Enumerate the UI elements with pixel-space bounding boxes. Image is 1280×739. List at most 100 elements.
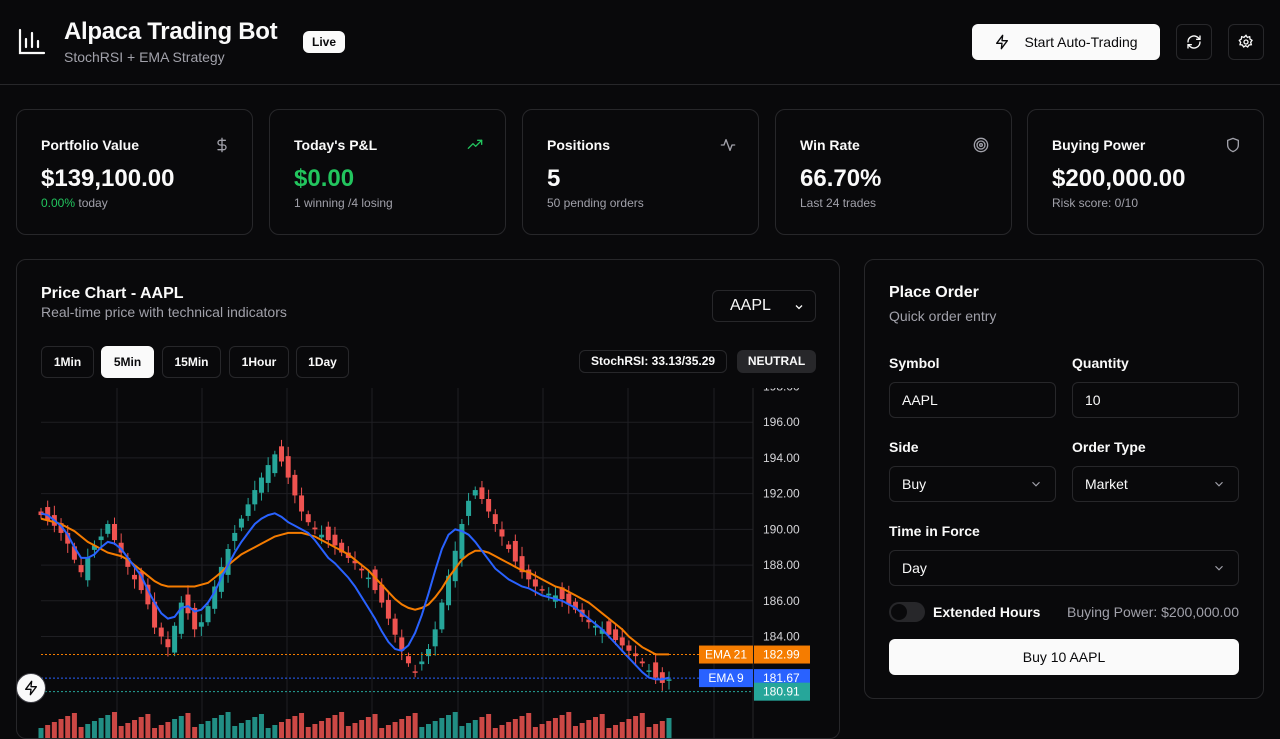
candle-body: [78, 565, 84, 573]
volume-bar: [192, 727, 198, 738]
card-subtext: Last 24 trades: [800, 196, 877, 210]
order-type-select[interactable]: Market: [1072, 466, 1239, 502]
volume-bar: [613, 725, 619, 738]
y-axis-tick-label: 192.00: [763, 487, 800, 501]
candle-body: [385, 599, 391, 619]
time-in-force-select[interactable]: Day: [889, 550, 1239, 586]
stochrsi-indicator: StochRSI: 33.13/35.29: [579, 350, 728, 373]
volume-bar: [265, 728, 271, 738]
candle-body: [319, 534, 325, 538]
y-axis-tick-label: 194.00: [763, 451, 800, 465]
price-chart-panel: Price Chart - AAPL Real-time price with …: [16, 259, 840, 739]
candle-body: [392, 618, 398, 635]
start-auto-trading-button[interactable]: Start Auto-Trading: [972, 24, 1160, 60]
timeframe-1day[interactable]: 1Day: [296, 346, 349, 378]
win-rate-card: Win Rate 66.70% Last 24 trades: [775, 109, 1012, 235]
extended-hours-toggle[interactable]: [889, 602, 925, 622]
candle-body: [479, 487, 485, 499]
chart-subtitle: Real-time price with technical indicator…: [41, 304, 287, 320]
volume-bar: [91, 721, 97, 738]
submit-order-button[interactable]: Buy 10 AAPL: [889, 639, 1239, 675]
refresh-button[interactable]: [1176, 24, 1212, 60]
volume-bar: [472, 720, 478, 738]
app-title: Alpaca Trading Bot: [64, 18, 278, 45]
volume-bar: [399, 719, 405, 738]
candle-body: [85, 557, 91, 581]
candle-body: [252, 490, 258, 505]
candle-body: [365, 577, 371, 580]
timeframe-1hour[interactable]: 1Hour: [229, 346, 289, 378]
volume-bar: [152, 728, 158, 738]
candle-body: [292, 474, 298, 496]
signal-badge: NEUTRAL: [737, 350, 816, 373]
volume-bar: [158, 725, 164, 738]
candle-body: [659, 672, 665, 683]
card-label: Positions: [547, 137, 611, 153]
card-label: Buying Power: [1052, 137, 1146, 153]
candle-body: [425, 649, 431, 657]
buying-power-card: Buying Power $200,000.00 Risk score: 0/1…: [1027, 109, 1264, 235]
positions-card: Positions 5 50 pending orders: [522, 109, 759, 235]
volume-bar: [111, 712, 117, 738]
timeframe-1min[interactable]: 1Min: [41, 346, 94, 378]
card-value: $0.00: [294, 165, 355, 192]
gear-icon: [1238, 34, 1253, 48]
candle-body: [432, 629, 438, 647]
volume-bar: [532, 727, 538, 738]
volume-bar: [98, 718, 104, 738]
candle-body: [613, 629, 619, 641]
portfolio-value-card: Portfolio Value $139,100.00 0.00% today: [16, 109, 253, 235]
timeframe-5min[interactable]: 5Min: [101, 346, 154, 378]
settings-button[interactable]: [1228, 24, 1264, 60]
y-axis-tick-label: 198.00: [763, 388, 800, 394]
volume-bar: [345, 726, 351, 738]
candle-body: [185, 594, 191, 614]
volume-bar: [499, 725, 505, 738]
volume-bar: [352, 723, 358, 738]
volume-bar: [466, 723, 472, 738]
time-in-force-value: Day: [902, 560, 927, 576]
candle-body: [646, 670, 652, 672]
chevron-down-icon: [1215, 565, 1223, 571]
symbol-select[interactable]: AAPL: [712, 290, 816, 322]
volume-bar: [65, 716, 71, 738]
chevron-down-icon: [795, 305, 803, 310]
candle-body: [265, 465, 271, 483]
card-subtext: 1 winning /4 losing: [294, 196, 393, 210]
volume-bar: [51, 722, 57, 738]
ema21-tag-label: EMA 21: [705, 648, 747, 662]
quantity-input[interactable]: 10: [1072, 382, 1239, 418]
volume-bar: [85, 724, 91, 738]
zap-icon: [996, 34, 1009, 50]
side-select-value: Buy: [902, 476, 927, 492]
volume-bar: [365, 717, 371, 738]
volume-bar: [279, 722, 285, 738]
chevron-down-icon: [1215, 481, 1223, 487]
volume-bar: [626, 719, 632, 738]
chevron-down-icon: [1032, 481, 1040, 487]
volume-bar: [325, 718, 331, 738]
symbol-select-value: AAPL: [730, 297, 771, 314]
candle-body: [158, 627, 164, 637]
place-order-panel: Place Order Quick order entry Symbol AAP…: [864, 259, 1264, 699]
candle-body: [466, 500, 472, 516]
activity-icon: [720, 139, 736, 151]
timeframe-15min[interactable]: 15Min: [162, 346, 221, 378]
volume-bar: [105, 715, 111, 738]
y-axis-tick-label: 184.00: [763, 630, 800, 644]
volume-bar: [619, 722, 625, 738]
candle-body: [405, 656, 411, 664]
quick-action-button[interactable]: [16, 673, 46, 703]
volume-bar: [405, 716, 411, 738]
volume-bar: [599, 714, 605, 738]
volume-bar: [58, 719, 64, 738]
volume-bar: [512, 719, 518, 738]
volume-bar: [45, 725, 51, 738]
candlestick-chart[interactable]: 198.00 196.00 194.00 192.00 190.00 188.00 186.…: [17, 388, 839, 739]
volume-bar: [232, 726, 238, 738]
volume-bar: [552, 718, 558, 738]
volume-bar: [372, 714, 378, 738]
volume-bar: [285, 719, 291, 738]
side-select[interactable]: Buy: [889, 466, 1056, 502]
symbol-input[interactable]: AAPL: [889, 382, 1056, 418]
